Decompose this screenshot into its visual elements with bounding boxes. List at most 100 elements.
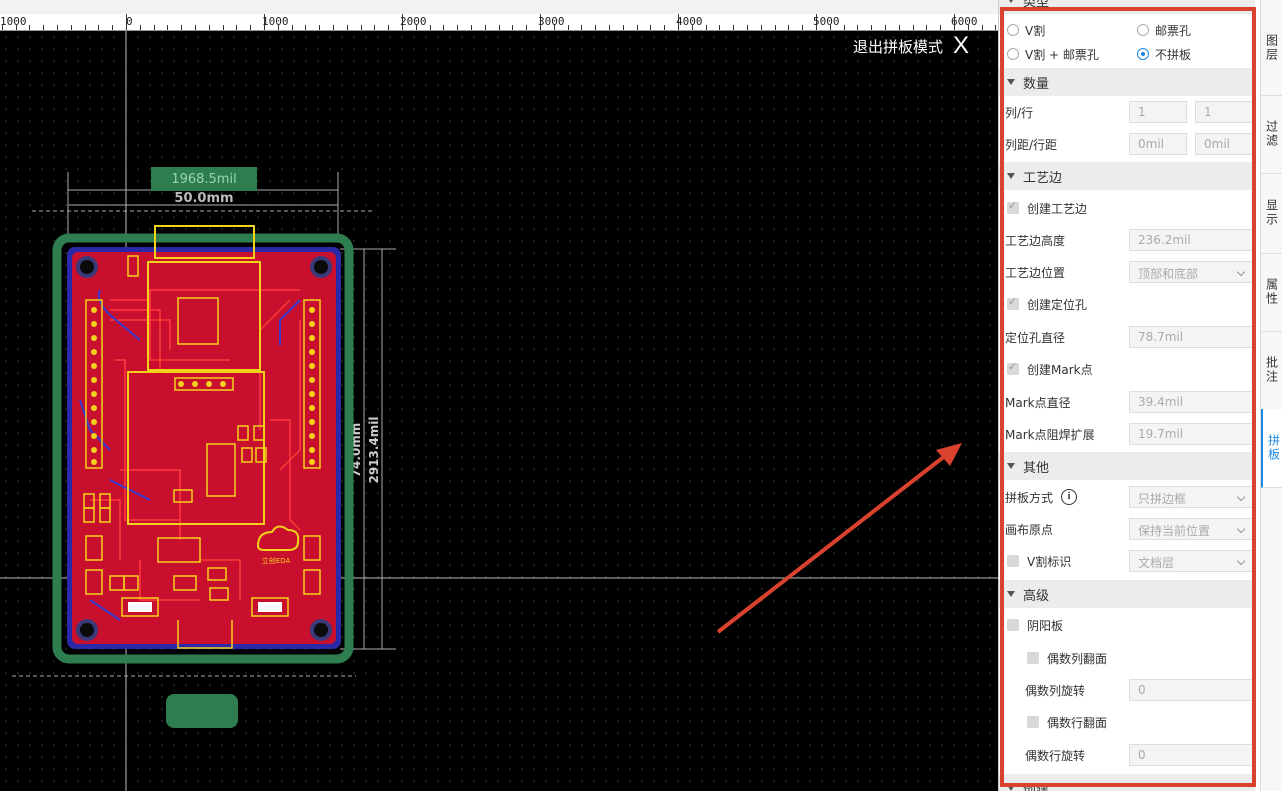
- radio-stamp-hole-label[interactable]: 邮票孔: [1155, 22, 1191, 39]
- radio-no-panel[interactable]: [1137, 48, 1149, 60]
- create-mark-checkbox[interactable]: [1007, 360, 1019, 375]
- ruler-tick: [43, 25, 44, 30]
- tab-layers[interactable]: 图层: [1261, 0, 1282, 96]
- vcut-mark-label[interactable]: V割标识: [1027, 553, 1071, 570]
- panel-method-select[interactable]: 只拼边框: [1129, 486, 1253, 508]
- cols-rows-label: 列/行: [1005, 105, 1034, 120]
- section-other-label: 其他: [1023, 460, 1050, 476]
- collapse-icon: [1007, 591, 1015, 597]
- ruler-tick: [112, 25, 113, 30]
- radio-vcut-stamp[interactable]: [1007, 48, 1019, 60]
- create-rail-label[interactable]: 创建工艺边: [1027, 200, 1087, 217]
- ruler-tick: [485, 25, 486, 30]
- tab-properties[interactable]: 属性: [1261, 253, 1282, 332]
- ruler-tick: [430, 25, 431, 30]
- yinyang-label[interactable]: 阴阳板: [1027, 617, 1063, 634]
- radio-no-panel-label[interactable]: 不拼板: [1155, 46, 1191, 63]
- section-advanced[interactable]: 高级: [999, 580, 1255, 608]
- panelize-panel: 类型 V割 邮票孔 V割 + 邮票孔 不拼板 数量 列/行 1 1 列距/行距 …: [998, 0, 1261, 791]
- rows-input[interactable]: 1: [1195, 101, 1253, 123]
- annotation-arrow: [716, 450, 952, 634]
- even-row-flip-checkbox[interactable]: [1027, 716, 1039, 728]
- vcut-mark-checkbox[interactable]: [1007, 555, 1019, 567]
- cols-input[interactable]: 1: [1129, 101, 1187, 123]
- close-icon[interactable]: X: [953, 34, 969, 58]
- tab-filter[interactable]: 过滤: [1261, 95, 1282, 174]
- ruler-tick: [526, 25, 527, 30]
- row-spacing-input[interactable]: 0mil: [1195, 133, 1253, 155]
- even-row-rotate-input[interactable]: 0: [1129, 744, 1253, 766]
- vcut-mark-select[interactable]: 文档层: [1129, 550, 1253, 572]
- collapse-icon: [1007, 173, 1015, 179]
- ruler-tick: [499, 25, 500, 30]
- create-hole-label[interactable]: 创建定位孔: [1027, 296, 1087, 313]
- create-hole-checkbox[interactable]: [1007, 295, 1019, 310]
- create-rail-checkbox[interactable]: [1007, 199, 1019, 214]
- rail-position-select[interactable]: 顶部和底部: [1129, 261, 1253, 283]
- ruler-tick: [595, 25, 596, 30]
- ruler-tick: [167, 25, 168, 30]
- panel-tab: [166, 694, 238, 728]
- radio-vcut-stamp-label[interactable]: V割 + 邮票孔: [1025, 46, 1099, 63]
- info-icon[interactable]: i: [1061, 489, 1078, 505]
- ruler-tick: [664, 25, 665, 30]
- spacing-label: 列距/行距: [1005, 137, 1058, 152]
- rail-height-input[interactable]: 236.2mil: [1129, 229, 1253, 251]
- section-advanced-label: 高级: [1023, 588, 1050, 604]
- ruler-tick: [761, 25, 762, 30]
- ruler-tick: [71, 25, 72, 30]
- panel-method-label-wrap: 拼板方式 i: [1005, 489, 1078, 506]
- rail-height-label: 工艺边高度: [1005, 233, 1066, 248]
- ruler-label: 4000: [676, 15, 703, 28]
- radio-stamp-hole[interactable]: [1137, 24, 1149, 36]
- col-spacing-input[interactable]: 0mil: [1129, 133, 1187, 155]
- ruler-label: 0: [126, 15, 133, 28]
- create-hole-row: 创建定位孔: [999, 290, 1255, 318]
- tab-comments[interactable]: 批注: [1261, 331, 1282, 410]
- horizontal-ruler: 1000 0 1000 2000 3000 4000 5000 6000: [0, 0, 998, 31]
- hole-diameter-input[interactable]: 78.7mil: [1129, 326, 1253, 348]
- dim-width-mil: 1968.5mil: [171, 172, 236, 187]
- radio-vcut-label[interactable]: V割: [1025, 22, 1045, 39]
- even-row-flip-label[interactable]: 偶数行翻面: [1047, 714, 1107, 731]
- pcb-panel-view[interactable]: 1968.5mil 50.0mm 74.0mm 2913.4mil 立创EDA: [0, 31, 998, 791]
- section-create[interactable]: 创建: [999, 774, 1255, 791]
- ruler-label: 2000: [400, 15, 427, 28]
- even-col-rotate-input[interactable]: 0: [1129, 679, 1253, 701]
- tab-display[interactable]: 显示: [1261, 173, 1282, 254]
- even-col-flip-checkbox[interactable]: [1027, 652, 1039, 664]
- exit-panel-mode-label[interactable]: 退出拼板模式: [853, 36, 943, 57]
- create-mark-label[interactable]: 创建Mark点: [1027, 361, 1093, 378]
- even-col-flip-label[interactable]: 偶数列翻面: [1047, 650, 1107, 667]
- section-type[interactable]: 类型: [999, 0, 1255, 14]
- ruler-label: 3000: [538, 15, 565, 28]
- radio-vcut[interactable]: [1007, 24, 1019, 36]
- mark-diameter-label: Mark点直径: [1005, 395, 1071, 410]
- ruler-tick: [154, 25, 155, 30]
- ruler-tick: [250, 25, 251, 30]
- mark-mask-input[interactable]: 19.7mil: [1129, 423, 1253, 445]
- tab-panelize[interactable]: 拼板: [1261, 409, 1282, 488]
- pcb-canvas[interactable]: 1968.5mil 50.0mm 74.0mm 2913.4mil 立创EDA …: [0, 31, 998, 791]
- origin-select[interactable]: 保持当前位置: [1129, 518, 1253, 540]
- create-rail-row: 创建工艺边: [999, 194, 1255, 222]
- even-col-rotate-label: 偶数列旋转: [1025, 683, 1086, 698]
- mark-mask-row: Mark点阻焊扩展 19.7mil: [999, 420, 1255, 448]
- ruler-tick: [650, 25, 651, 30]
- section-quantity[interactable]: 数量: [999, 68, 1255, 96]
- side-tabs: 图层 过滤 显示 属性 批注 拼板: [1260, 0, 1282, 791]
- mark-diameter-input[interactable]: 39.4mil: [1129, 391, 1253, 413]
- exit-panel-mode[interactable]: 退出拼板模式 X: [853, 34, 969, 58]
- section-other[interactable]: 其他: [999, 452, 1255, 480]
- spacing-row: 列距/行距 0mil 0mil: [999, 130, 1255, 158]
- collapse-icon: [1007, 785, 1015, 791]
- ruler-tick: [871, 25, 872, 30]
- ruler-tick: [706, 25, 707, 30]
- section-rail[interactable]: 工艺边: [999, 162, 1255, 190]
- yinyang-checkbox[interactable]: [1007, 619, 1019, 631]
- dim-height-mil: 2913.4mil: [367, 416, 381, 483]
- ruler-tick: [609, 25, 610, 30]
- ruler-header: [0, 0, 998, 14]
- ruler-tick: [775, 25, 776, 30]
- section-create-label: 创建: [1023, 782, 1050, 791]
